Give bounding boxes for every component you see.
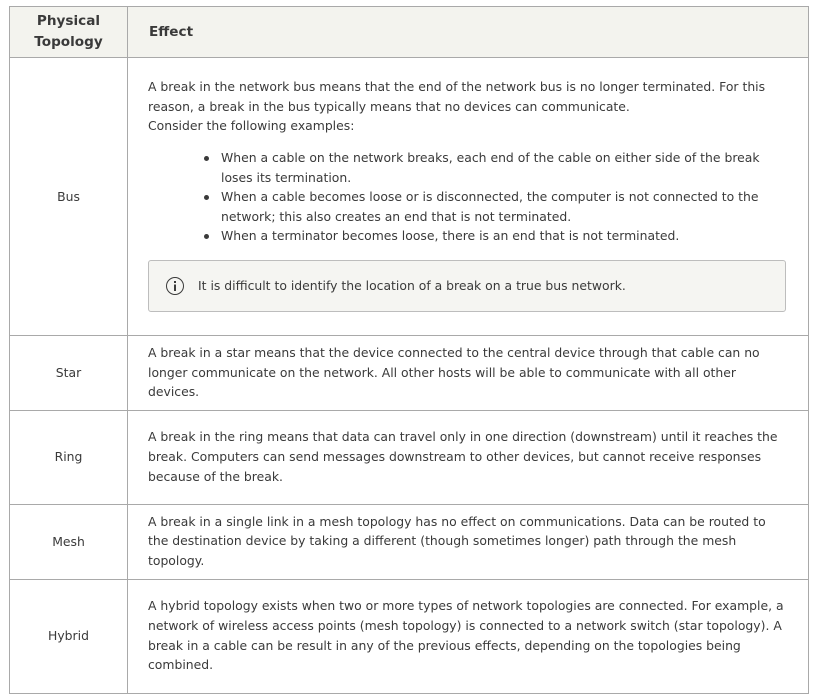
info-note: It is difficult to identify the location… — [148, 259, 786, 312]
effect-paragraph: A break in a single link in a mesh topol… — [148, 513, 766, 568]
info-note-text: It is difficult to identify the location… — [198, 278, 626, 294]
table-row-bus: Bus A break in the network bus means tha… — [9, 57, 809, 336]
table-row-ring: Ring A break in the ring means that data… — [9, 409, 809, 505]
table-row-hybrid: Hybrid A hybrid topology exists when two… — [9, 578, 809, 694]
effect-paragraph: A break in a star means that the device … — [148, 345, 760, 400]
topology-name: Ring — [9, 409, 128, 505]
effect-cell: A break in a star means that the device … — [127, 335, 809, 411]
effect-paragraph: A hybrid topology exists when two or mor… — [148, 598, 784, 673]
table-header-row: Physical Topology Effect — [9, 6, 809, 58]
header-physical-topology: Physical Topology — [9, 6, 128, 58]
effect-paragraph: A break in the ring means that data can … — [148, 429, 778, 484]
effect-cell: A break in a single link in a mesh topol… — [127, 503, 809, 580]
topology-name: Hybrid — [9, 578, 128, 694]
topology-name: Star — [9, 335, 128, 411]
effect-cell: A break in the network bus means that th… — [127, 57, 809, 336]
info-icon — [166, 276, 184, 295]
effect-paragraph: A break in the network bus means that th… — [148, 79, 766, 114]
header-effect: Effect — [127, 6, 809, 58]
topology-name: Bus — [9, 57, 128, 336]
list-item: When a cable becomes loose or is disconn… — [200, 187, 786, 226]
list-item: When a terminator becomes loose, there i… — [200, 226, 786, 246]
examples-list: When a cable on the network breaks, each… — [148, 148, 786, 246]
topology-effects-table: Physical Topology Effect Bus A break in … — [9, 6, 809, 694]
topology-name: Mesh — [9, 503, 128, 580]
table-row-star: Star A break in a star means that the de… — [9, 335, 809, 411]
effect-cell: A break in the ring means that data can … — [127, 409, 809, 505]
effect-paragraph: Consider the following examples: — [148, 118, 355, 134]
effect-cell: A hybrid topology exists when two or mor… — [127, 578, 809, 694]
table-row-mesh: Mesh A break in a single link in a mesh … — [9, 503, 809, 580]
list-item: When a cable on the network breaks, each… — [200, 148, 786, 187]
